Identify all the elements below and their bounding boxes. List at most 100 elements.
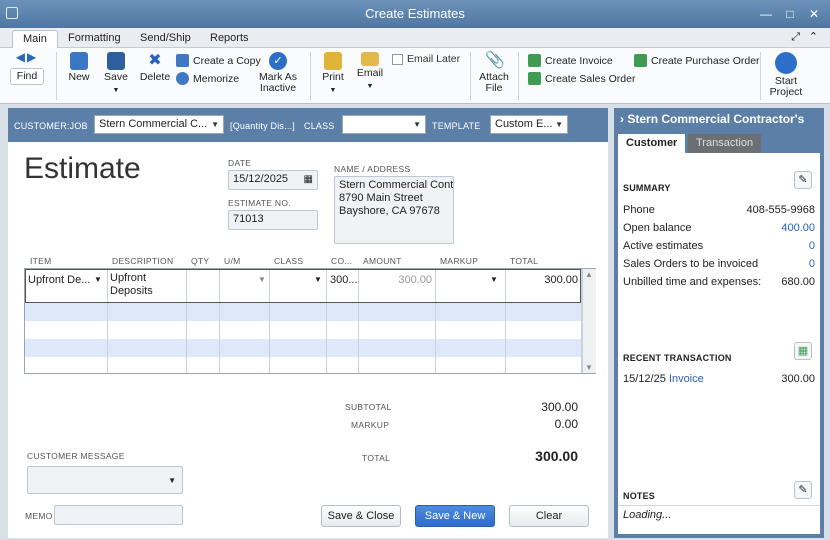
save-new-button[interactable]: Save & New bbox=[415, 505, 495, 527]
notes-status: Loading... bbox=[623, 509, 672, 521]
row-cost[interactable]: 300... bbox=[330, 274, 358, 286]
notes-title: NOTES bbox=[623, 491, 656, 501]
chevron-down-icon[interactable]: ▼ bbox=[168, 476, 176, 485]
paperclip-icon: 📎 bbox=[485, 52, 505, 69]
scroll-up-icon[interactable]: ▲ bbox=[585, 270, 593, 279]
customer-side-panel: › Stern Commercial Contractor's Customer… bbox=[614, 108, 824, 538]
create-invoice-button[interactable]: Create Invoice bbox=[528, 54, 613, 67]
markup-dropdown-icon[interactable]: ▼ bbox=[490, 275, 498, 284]
summary-active-estimates: Active estimates 0 bbox=[623, 240, 815, 252]
email-dropdown-icon[interactable]: ▼ bbox=[354, 81, 386, 92]
scroll-down-icon[interactable]: ▼ bbox=[585, 363, 593, 372]
grid-scrollbar[interactable]: ▲ ▼ bbox=[582, 269, 596, 373]
row-description[interactable]: Upfront Deposits bbox=[110, 272, 186, 298]
name-address-field[interactable]: Stern Commercial Contr 8790 Main Street … bbox=[334, 176, 454, 244]
class-dropdown[interactable]: ▼ bbox=[342, 115, 426, 134]
date-field[interactable]: 15/12/2025 ▦ bbox=[228, 170, 318, 190]
sales-order-icon bbox=[528, 72, 541, 85]
memo-field[interactable] bbox=[54, 505, 183, 525]
item-dropdown-icon[interactable]: ▼ bbox=[94, 275, 102, 284]
tab-formatting[interactable]: Formatting bbox=[58, 30, 131, 48]
side-panel-header[interactable]: › Stern Commercial Contractor's bbox=[614, 108, 824, 130]
subtotal-label: SUBTOTAL bbox=[345, 402, 392, 412]
save-disk-icon bbox=[107, 52, 125, 70]
calendar-icon[interactable]: ▦ bbox=[304, 174, 313, 185]
row-item[interactable]: Upfront De... bbox=[28, 274, 92, 286]
line-items-grid[interactable]: Upfront De... ▼ Upfront Deposits ▼ ▼ 300… bbox=[24, 268, 596, 374]
tab-customer[interactable]: Customer bbox=[618, 134, 686, 153]
print-dropdown-icon[interactable]: ▼ bbox=[318, 85, 348, 96]
edit-customer-pencil-icon[interactable]: ✎ bbox=[794, 171, 812, 189]
tab-send-ship[interactable]: Send/Ship bbox=[130, 30, 201, 48]
window-title-bar: Create Estimates — □ ✕ bbox=[0, 0, 830, 28]
delete-button[interactable]: ✖ Delete bbox=[138, 52, 172, 83]
email-button[interactable]: Email ▼ bbox=[354, 52, 386, 92]
clear-button[interactable]: Clear bbox=[509, 505, 589, 527]
mark-inactive-button[interactable]: ✓ Mark As Inactive bbox=[254, 52, 302, 94]
markup-label: MARKUP bbox=[351, 420, 390, 430]
column-header-cost: CO... bbox=[331, 256, 353, 266]
new-document-icon bbox=[70, 52, 88, 70]
recent-transaction-row[interactable]: 15/12/25 Invoice 300.00 bbox=[623, 373, 815, 385]
window-menu-icon[interactable] bbox=[6, 7, 18, 19]
quantity-note: [Quantity Dis...] bbox=[230, 121, 295, 131]
save-dropdown-icon[interactable]: ▼ bbox=[100, 85, 132, 96]
name-address-label: NAME / ADDRESS bbox=[334, 164, 411, 174]
memorize-button[interactable]: Memorize bbox=[176, 72, 239, 85]
chevron-down-icon[interactable]: ▼ bbox=[413, 116, 421, 133]
total-label: TOTAL bbox=[362, 453, 391, 463]
minimize-icon[interactable]: — bbox=[760, 0, 772, 28]
delete-x-icon: ✖ bbox=[148, 52, 162, 69]
chevron-down-icon[interactable]: ▼ bbox=[555, 116, 563, 133]
attach-file-button[interactable]: 📎 Attach File bbox=[477, 52, 511, 94]
column-header-total: TOTAL bbox=[510, 256, 539, 266]
email-later-checkbox-box[interactable] bbox=[392, 53, 403, 65]
transaction-report-icon[interactable]: ▦ bbox=[794, 342, 812, 360]
start-project-button[interactable]: Start Project bbox=[766, 52, 806, 98]
summary-sales-orders: Sales Orders to be invoiced 0 bbox=[623, 258, 815, 270]
ribbon-toolbar: ◀▶ Find New Save ▼ ✖ Delete Create a Cop… bbox=[0, 48, 830, 104]
summary-title: SUMMARY bbox=[623, 183, 671, 193]
column-header-um: U/M bbox=[224, 256, 241, 266]
table-row[interactable]: Upfront De... ▼ Upfront Deposits ▼ ▼ 300… bbox=[25, 269, 581, 303]
recent-transaction-link[interactable]: Invoice bbox=[669, 373, 704, 385]
page-title: Estimate bbox=[24, 152, 141, 185]
row-total[interactable]: 300.00 bbox=[510, 274, 578, 286]
close-icon[interactable]: ✕ bbox=[808, 0, 820, 28]
create-copy-button[interactable]: Create a Copy bbox=[176, 54, 261, 67]
column-header-amount: AMOUNT bbox=[363, 256, 402, 266]
collapse-ribbon-icon[interactable]: ⌃ bbox=[809, 30, 818, 43]
new-button[interactable]: New bbox=[64, 52, 94, 83]
um-dropdown-icon[interactable]: ▼ bbox=[258, 275, 266, 284]
column-header-markup: MARKUP bbox=[440, 256, 479, 266]
column-header-description: DESCRIPTION bbox=[112, 256, 174, 266]
save-button[interactable]: Save ▼ bbox=[100, 52, 132, 96]
find-button[interactable]: ◀▶ Find bbox=[10, 51, 44, 85]
customer-message-label: CUSTOMER MESSAGE bbox=[27, 451, 125, 461]
row-amount[interactable]: 300.00 bbox=[362, 274, 432, 286]
chevron-right-icon[interactable]: › bbox=[620, 112, 624, 126]
edit-notes-pencil-icon[interactable]: ✎ bbox=[794, 481, 812, 499]
template-label: TEMPLATE bbox=[432, 121, 481, 131]
maximize-icon[interactable]: □ bbox=[784, 0, 796, 28]
prev-next-arrows-icon[interactable]: ◀▶ bbox=[10, 51, 44, 63]
tab-transaction[interactable]: Transaction bbox=[688, 134, 762, 153]
class-dropdown-icon[interactable]: ▼ bbox=[314, 275, 322, 284]
estimate-form: Estimate DATE 15/12/2025 ▦ ESTIMATE NO. … bbox=[8, 142, 608, 538]
customer-message-dropdown[interactable]: ▼ bbox=[27, 466, 183, 494]
tab-main[interactable]: Main bbox=[12, 30, 58, 48]
chevron-down-icon[interactable]: ▼ bbox=[211, 116, 219, 133]
customer-job-label: CUSTOMER:JOB bbox=[14, 121, 88, 131]
customer-job-dropdown[interactable]: Stern Commercial C... ▼ bbox=[94, 115, 224, 134]
email-later-checkbox[interactable]: Email Later bbox=[392, 53, 460, 65]
window-title: Create Estimates bbox=[365, 6, 465, 21]
estimate-no-field[interactable]: 71013 bbox=[228, 210, 318, 230]
print-button[interactable]: Print ▼ bbox=[318, 52, 348, 96]
tab-reports[interactable]: Reports bbox=[200, 30, 259, 48]
template-dropdown[interactable]: Custom E... ▼ bbox=[490, 115, 568, 134]
date-label: DATE bbox=[228, 158, 252, 168]
create-purchase-order-button[interactable]: Create Purchase Order bbox=[634, 54, 760, 67]
save-close-button[interactable]: Save & Close bbox=[321, 505, 401, 527]
create-sales-order-button[interactable]: Create Sales Order bbox=[528, 72, 635, 85]
expand-icon[interactable]: ⤢ bbox=[791, 31, 800, 44]
